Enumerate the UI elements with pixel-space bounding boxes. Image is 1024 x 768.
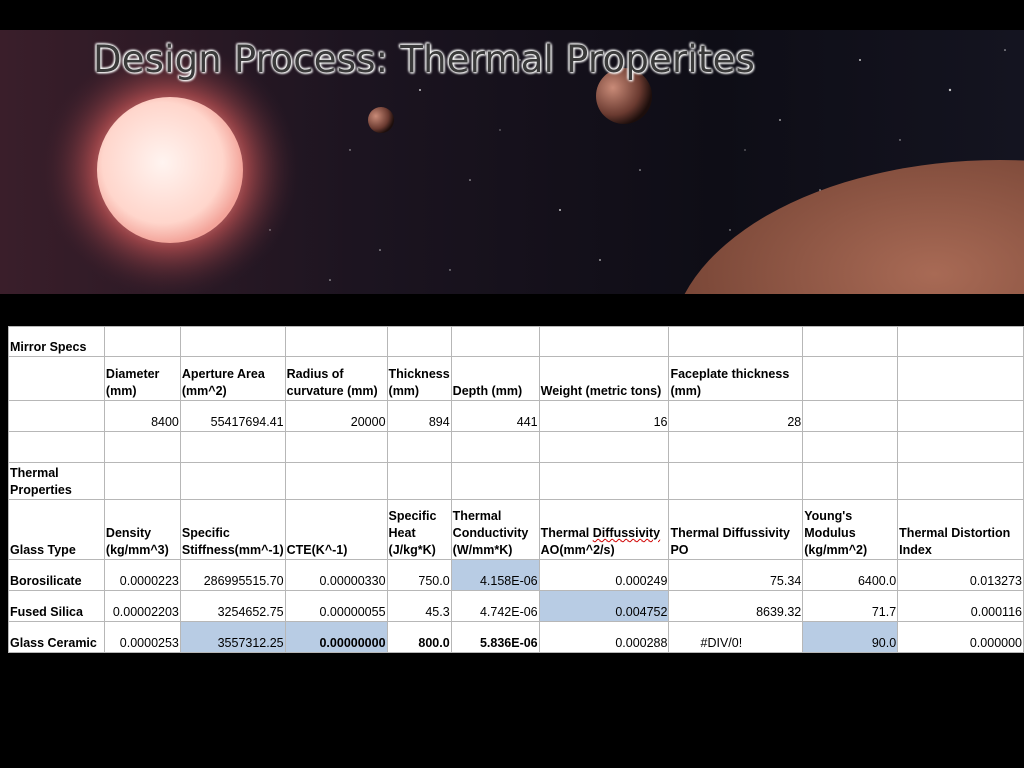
cell[interactable]: 750.0 [386, 559, 452, 591]
cell-radius-of-curvature[interactable]: 20000 [284, 400, 388, 432]
row-label-fused-silica: Fused Silica [8, 590, 105, 622]
cell-aperture-area[interactable]: 55417694.41 [179, 400, 286, 432]
cell[interactable]: 45.3 [386, 590, 452, 622]
thermal-properties-label: Thermal Properties [8, 462, 105, 500]
cell-highlighted[interactable]: 3557312.25 [179, 621, 286, 653]
cell-weight[interactable]: 16 [538, 400, 670, 432]
cell[interactable]: 0.0000253 [103, 621, 181, 653]
cell[interactable]: 71.7 [802, 590, 899, 622]
col-header-aperture-area: Aperture Area (mm^2) [179, 356, 286, 401]
cell[interactable]: 286995515.70 [179, 559, 286, 591]
glass-type-header: Glass Type [8, 499, 105, 560]
cell[interactable]: 0.00002203 [103, 590, 181, 622]
empty-row [8, 431, 1024, 463]
cell-faceplate-thickness[interactable]: 28 [668, 400, 804, 432]
mirror-specs-label: Mirror Specs [8, 326, 105, 357]
cell[interactable]: 0.013273 [897, 559, 1024, 591]
cell-highlighted[interactable]: 0.004752 [538, 590, 670, 622]
row-label-borosilicate: Borosilicate [8, 559, 105, 591]
col-header-radius-of-curvature: Radius of curvature (mm) [284, 356, 388, 401]
cell[interactable]: 4.742E-06 [450, 590, 540, 622]
col-header-depth: Depth (mm) [450, 356, 540, 401]
cell-depth[interactable]: 441 [450, 400, 540, 432]
table-row-fused-silica: Fused Silica 0.00002203 3254652.75 0.000… [8, 590, 1024, 622]
cell[interactable]: 0.000116 [897, 590, 1024, 622]
col-header-cte: CTE(K^-1) [284, 499, 388, 560]
cell-error[interactable]: #DIV/0! [668, 621, 804, 653]
cell-highlighted[interactable]: 90.0 [802, 621, 899, 653]
cell[interactable]: 0.000249 [538, 559, 670, 591]
thermal-header-row: Glass Type Density (kg/mm^3) Specific St… [8, 499, 1024, 560]
spreadsheet-table: Mirror Specs Diameter (mm) Aperture Area… [8, 326, 1024, 653]
cell-highlighted[interactable]: 4.158E-06 [450, 559, 540, 591]
cell[interactable]: 0.000000 [897, 621, 1024, 653]
thermal-properties-label-row: Thermal Properties [8, 462, 1024, 500]
row-label-glass-ceramic: Glass Ceramic [8, 621, 105, 653]
col-header-youngs-modulus: Young's Modulus (kg/mm^2) [802, 499, 899, 560]
cell[interactable]: 0.0000223 [103, 559, 181, 591]
cell[interactable]: 0.000288 [538, 621, 670, 653]
col-header-weight: Weight (metric tons) [538, 356, 670, 401]
col-header-faceplate-thickness: Faceplate thickness (mm) [668, 356, 804, 401]
col-header-thickness: Thickness (mm) [386, 356, 452, 401]
cell[interactable]: 75.34 [668, 559, 804, 591]
cell[interactable]: 3254652.75 [179, 590, 286, 622]
cell[interactable]: 0.00000055 [284, 590, 388, 622]
col-header-specific-stiffness: Specific Stiffness(mm^-1) [179, 499, 286, 560]
col-header-thermal-distortion-index: Thermal Distortion Index [897, 499, 1024, 560]
cell-bold[interactable]: 800.0 [386, 621, 452, 653]
table-row-glass-ceramic: Glass Ceramic 0.0000253 3557312.25 0.000… [8, 621, 1024, 653]
slide-title: Design Process: Thermal Properites [93, 38, 756, 81]
mirror-specs-values-row: 8400 55417694.41 20000 894 441 16 28 [8, 400, 1024, 432]
col-header-thermal-diffusivity-po: Thermal Diffussivity PO [668, 499, 804, 560]
col-header-specific-heat: Specific Heat (J/kg*K) [386, 499, 452, 560]
col-header-density: Density (kg/mm^3) [103, 499, 181, 560]
cell[interactable]: 6400.0 [802, 559, 899, 591]
cell-diameter[interactable]: 8400 [103, 400, 181, 432]
cell-highlighted[interactable]: 0.00000000 [284, 621, 388, 653]
cell-bold[interactable]: 5.836E-06 [450, 621, 540, 653]
col-header-thermal-diffusivity-ao: Thermal Diffussivity AO(mm^2/s) [538, 499, 670, 560]
mirror-specs-header-row: Diameter (mm) Aperture Area (mm^2) Radiu… [8, 356, 1024, 401]
mirror-specs-label-row: Mirror Specs [8, 326, 1024, 357]
spellcheck-underline: Diffussivity [592, 526, 661, 540]
cell[interactable]: 0.00000330 [284, 559, 388, 591]
cell[interactable]: 8639.32 [668, 590, 804, 622]
col-header-diameter: Diameter (mm) [103, 356, 181, 401]
table-row-borosilicate: Borosilicate 0.0000223 286995515.70 0.00… [8, 559, 1024, 591]
col-header-thermal-conductivity: Thermal Conductivity (W/mm*K) [450, 499, 540, 560]
cell-thickness[interactable]: 894 [386, 400, 452, 432]
